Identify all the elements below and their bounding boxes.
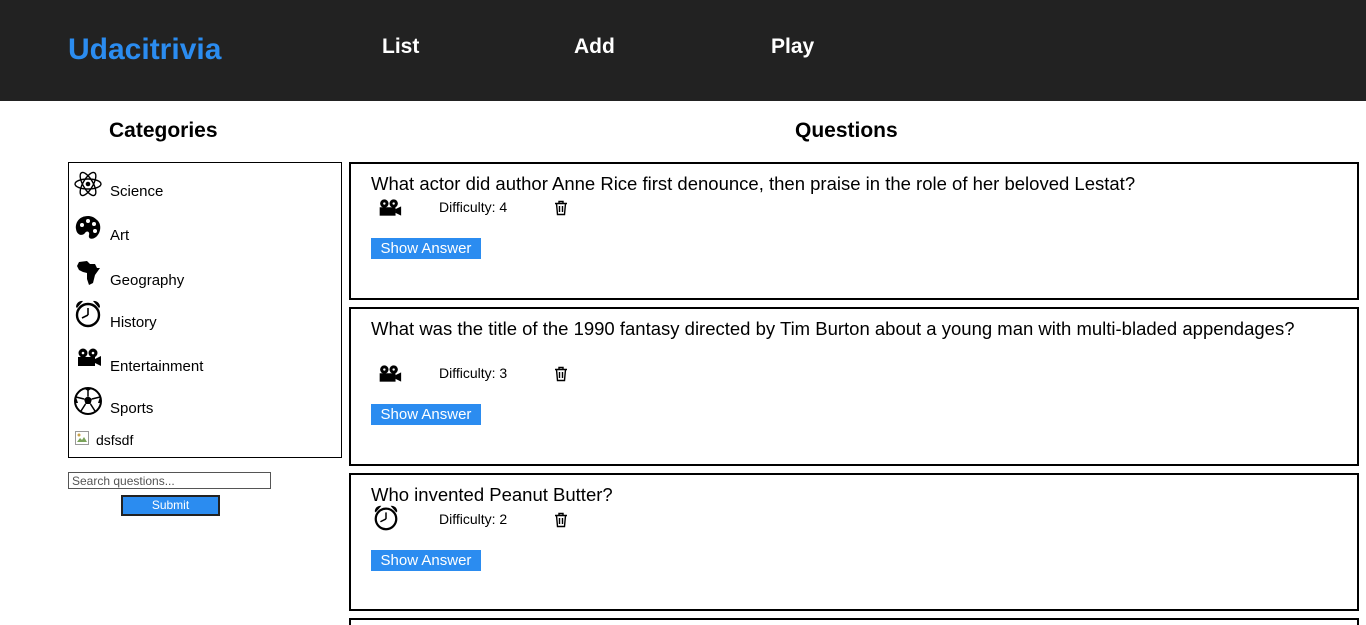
alarm-clock-icon — [374, 505, 398, 531]
palette-icon — [75, 216, 101, 239]
categories-list: Science Art Geography History Entertainm… — [68, 162, 342, 458]
question-text: Who invented Peanut Butter? — [371, 484, 613, 505]
question-card — [349, 618, 1359, 625]
top-navbar: Udacitrivia List Add Play — [0, 0, 1366, 101]
category-label: History — [110, 314, 157, 331]
africa-map-icon — [77, 261, 100, 285]
category-label: Science — [110, 183, 164, 200]
show-answer-button[interactable]: Show Answer — [371, 550, 481, 571]
nav-list-link[interactable]: List — [382, 35, 419, 59]
question-text: What actor did author Anne Rice first de… — [371, 173, 1136, 194]
trash-icon[interactable] — [553, 200, 569, 216]
difficulty-label: Difficulty: 2 — [439, 511, 508, 527]
difficulty-label: Difficulty: 3 — [439, 365, 508, 381]
question-card: What was the title of the 1990 fantasy d… — [349, 307, 1359, 466]
category-label: Sports — [110, 400, 154, 417]
question-text: What was the title of the 1990 fantasy d… — [371, 318, 1295, 339]
difficulty-label: Difficulty: 4 — [439, 199, 508, 215]
category-item-custom[interactable]: dsfsdf — [96, 432, 133, 448]
trash-icon[interactable] — [553, 512, 569, 528]
atom-icon — [74, 171, 102, 197]
categories-heading: Categories — [109, 119, 218, 142]
category-label: Art — [110, 227, 130, 244]
category-label: Geography — [110, 272, 185, 289]
film-camera-icon — [379, 199, 402, 216]
search-input[interactable] — [68, 472, 271, 489]
film-camera-icon — [379, 365, 402, 382]
soccer-ball-icon — [74, 387, 102, 415]
question-card: Who invented Peanut Butter? Difficulty: … — [349, 473, 1359, 611]
broken-image-icon — [75, 431, 89, 445]
brand-logo-link[interactable]: Udacitrivia — [68, 33, 221, 67]
trash-icon[interactable] — [553, 366, 569, 382]
submit-button[interactable]: Submit — [121, 495, 220, 516]
nav-add-link[interactable]: Add — [574, 35, 615, 59]
film-camera-icon — [78, 348, 101, 366]
question-card: What actor did author Anne Rice first de… — [349, 162, 1359, 300]
questions-heading: Questions — [795, 119, 898, 142]
category-label: Entertainment — [110, 358, 204, 375]
show-answer-button[interactable]: Show Answer — [371, 238, 481, 259]
show-answer-button[interactable]: Show Answer — [371, 404, 481, 425]
alarm-clock-icon — [75, 300, 101, 328]
nav-play-link[interactable]: Play — [771, 35, 814, 59]
